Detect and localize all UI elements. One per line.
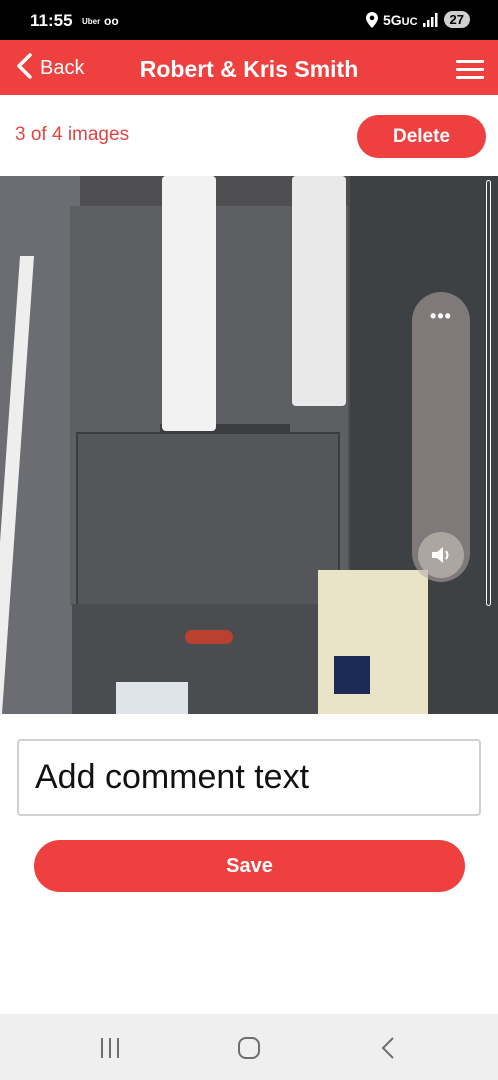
hamburger-menu-icon[interactable] <box>456 60 484 80</box>
speaker-glyph <box>432 547 449 563</box>
status-bar: 11:55 Uber ᴏᴏ 5GUC 27 <box>0 0 498 40</box>
system-nav-bar <box>0 1014 498 1080</box>
scrollbar[interactable] <box>486 180 491 606</box>
photo-brand-badge <box>185 630 233 644</box>
photo-pipe <box>162 176 216 431</box>
location-icon <box>365 11 378 28</box>
home-icon[interactable] <box>229 1034 269 1062</box>
comment-input[interactable] <box>17 739 481 816</box>
network-type: 5GUC <box>382 11 418 28</box>
photo-furnace-base <box>72 604 344 714</box>
photo-furnace-panel <box>76 432 340 632</box>
photo-pipe <box>292 176 346 406</box>
status-time: 11:55 <box>30 11 73 30</box>
delete-button[interactable]: Delete <box>357 115 486 158</box>
image-counter: 3 of 4 images <box>15 124 130 145</box>
photo-air-cleaner-label <box>334 656 370 694</box>
page-title: Robert & Kris Smith <box>139 56 359 82</box>
media-overlay-control[interactable]: ••• <box>412 292 470 582</box>
more-options-icon[interactable]: ••• <box>412 306 470 327</box>
save-button[interactable]: Save <box>34 840 465 892</box>
voicemail-icon: ᴏᴏ <box>104 14 119 28</box>
status-right: 5GUC 27 <box>365 11 470 28</box>
app-header: Back Robert & Kris Smith <box>0 40 498 95</box>
menu-bar <box>456 60 484 63</box>
photo-sticker <box>116 682 188 714</box>
uber-indicator: Uber <box>82 17 101 26</box>
signal-icon <box>422 12 438 27</box>
volume-icon[interactable] <box>418 532 464 578</box>
battery-indicator: 27 <box>443 11 470 28</box>
menu-bar <box>456 76 484 79</box>
back-icon[interactable] <box>368 1034 408 1062</box>
menu-bar <box>456 68 484 71</box>
recents-icon[interactable] <box>90 1034 130 1062</box>
